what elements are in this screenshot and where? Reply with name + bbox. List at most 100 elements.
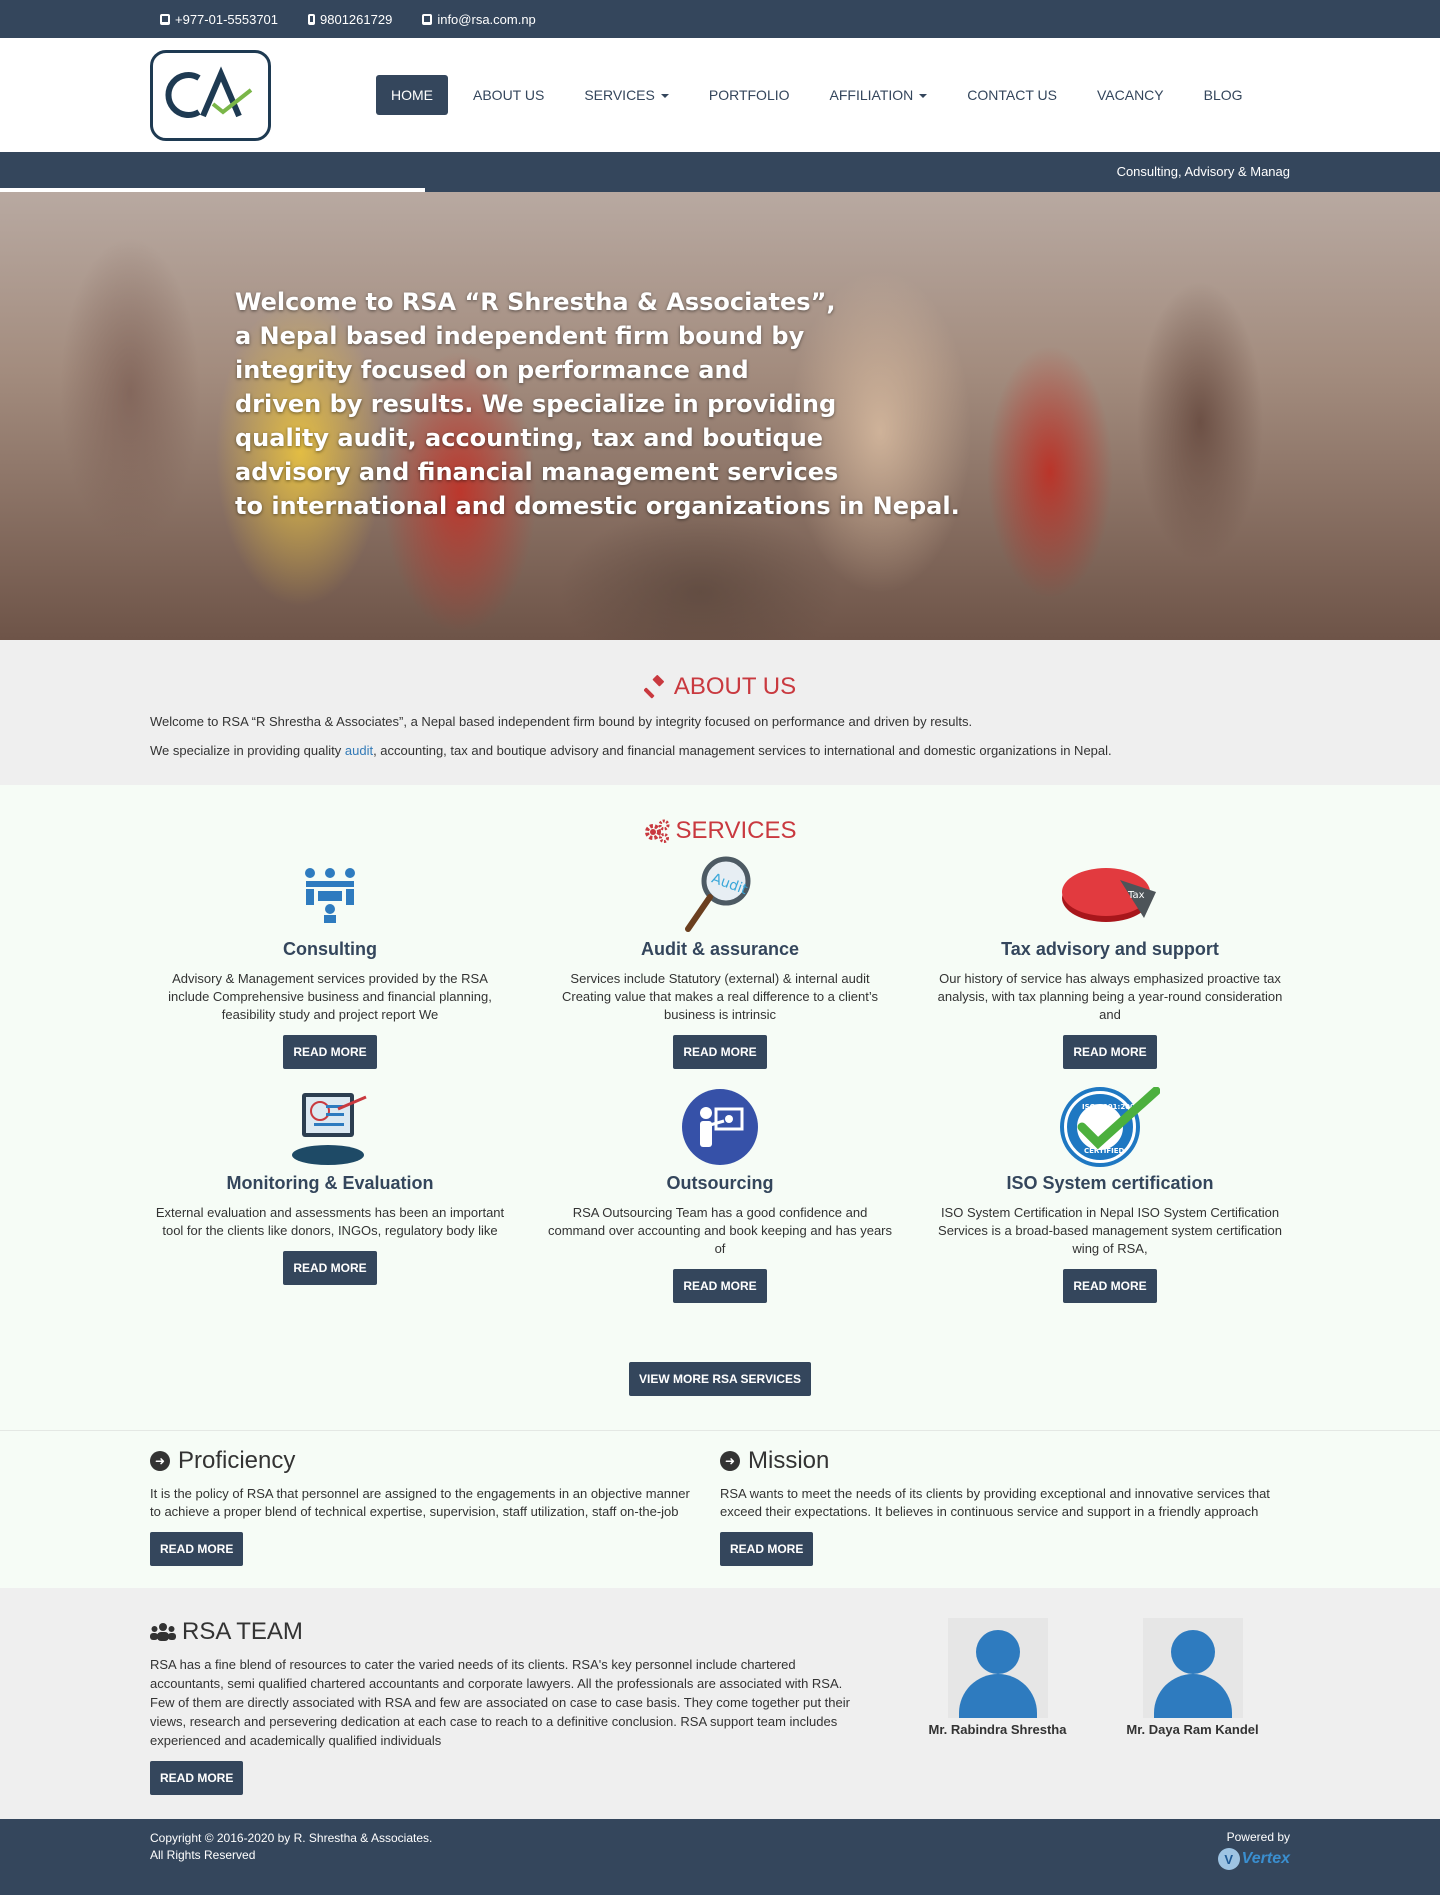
services-section: SERVICES Consulting Advisory & Managemen…: [0, 785, 1440, 1430]
service-title: Tax advisory and support: [1001, 939, 1219, 959]
hero-line: to international and domestic organizati…: [235, 492, 960, 520]
vertex-brand: Vertex: [1241, 1850, 1290, 1867]
top-contact-bar: +977-01-5553701 9801261729 info@rsa.com.…: [0, 0, 1440, 38]
vertex-logo[interactable]: V Vertex: [1217, 1848, 1290, 1870]
read-more-button[interactable]: READ MORE: [1063, 1269, 1157, 1303]
proficiency-title-text: Proficiency: [178, 1447, 296, 1474]
team-members: Mr. Rabindra Shrestha Mr. Daya Ram Kande…: [900, 1618, 1290, 1795]
phone-contact[interactable]: +977-01-5553701: [160, 12, 278, 27]
nav-vacancy[interactable]: VACANCY: [1082, 75, 1179, 115]
service-text: External evaluation and assessments has …: [155, 1205, 505, 1238]
proficiency-mission-section: ➜ Proficiency It is the policy of RSA tha…: [0, 1430, 1440, 1588]
services-title-text: SERVICES: [675, 817, 797, 844]
service-title: ISO System certification: [1006, 1173, 1214, 1193]
about-p2-text-after: , accounting, tax and boutique advisory …: [373, 743, 1112, 758]
services-grid: Consulting Advisory & Management service…: [150, 853, 1290, 1069]
envelope-icon: [422, 13, 433, 25]
team-member[interactable]: Mr. Rabindra Shrestha: [900, 1618, 1095, 1795]
magnifier-audit-icon: Audit: [545, 853, 895, 933]
iso-badge-icon: ISO 9001:2008 CERTIFIED: [935, 1087, 1285, 1167]
news-ticker: Consulting, Advisory & Manag: [0, 152, 1440, 192]
arrow-circle-right-icon: ➜: [720, 1451, 740, 1471]
nav-blog-label: BLOG: [1203, 87, 1243, 103]
avatar: [947, 1618, 1048, 1718]
team-title-text: RSA TEAM: [182, 1618, 303, 1645]
team-member[interactable]: Mr. Daya Ram Kandel: [1095, 1618, 1290, 1795]
nav-services[interactable]: SERVICES: [569, 75, 684, 115]
mission-title-text: Mission: [748, 1447, 830, 1474]
hero-line: integrity focused on performance and: [235, 356, 749, 384]
avatar-body: [958, 1674, 1037, 1718]
footer-copyright: Copyright © 2016-2020 by R. Shrestha & A…: [150, 1830, 432, 1870]
audit-link[interactable]: audit: [345, 743, 373, 758]
site-header: HOME ABOUT US SERVICES PORTFOLIO AFFILIA…: [0, 38, 1440, 152]
nav-portfolio[interactable]: PORTFOLIO: [694, 75, 805, 115]
mobile-icon: [308, 13, 316, 25]
nav-affiliation[interactable]: AFFILIATION: [815, 75, 943, 115]
read-more-button[interactable]: READ MORE: [673, 1269, 767, 1303]
service-card: Monitoring & Evaluation External evaluat…: [150, 1087, 510, 1303]
about-section: ABOUT US Welcome to RSA “R Shrestha & As…: [0, 640, 1440, 785]
avatar-body: [1153, 1674, 1232, 1718]
proficiency-block: ➜ Proficiency It is the policy of RSA tha…: [150, 1447, 720, 1566]
read-more-button[interactable]: READ MORE: [1063, 1035, 1157, 1069]
powered-by-text: Powered by: [1226, 1830, 1290, 1844]
read-more-button[interactable]: READ MORE: [283, 1251, 377, 1285]
arrow-circle-right-icon: ➜: [150, 1451, 170, 1471]
main-nav: HOME ABOUT US SERVICES PORTFOLIO AFFILIA…: [376, 75, 1268, 115]
tax-label: Tax: [1127, 890, 1145, 901]
monitor-icon: [155, 1087, 505, 1167]
mobile-contact[interactable]: 9801261729: [308, 12, 392, 27]
nav-affiliation-label: AFFILIATION: [829, 87, 914, 103]
service-text: Services include Statutory (external) & …: [561, 971, 879, 1022]
nav-services-label: SERVICES: [584, 87, 655, 103]
proficiency-read-more-button[interactable]: READ MORE: [150, 1532, 244, 1566]
ca-logo-icon: [165, 66, 252, 118]
mission-block: ➜ Mission RSA wants to meet the needs of …: [720, 1447, 1290, 1566]
iso-badge-subtext: CERTIFIED: [1084, 1147, 1125, 1155]
read-more-button[interactable]: READ MORE: [283, 1035, 377, 1069]
team-section: RSA TEAM RSA has a fine blend of resourc…: [0, 1588, 1440, 1819]
nav-contact-us[interactable]: CONTACT US: [952, 75, 1072, 115]
read-more-button[interactable]: READ MORE: [673, 1035, 767, 1069]
ticker-text: Consulting, Advisory & Manag: [1116, 164, 1290, 179]
team-intro: RSA TEAM RSA has a fine blend of resourc…: [150, 1618, 850, 1795]
services-title: SERVICES: [150, 817, 1290, 845]
mission-read-more-button[interactable]: READ MORE: [720, 1532, 814, 1566]
cogs-icon: [644, 819, 670, 843]
service-text: ISO System Certification in Nepal ISO Sy…: [938, 1205, 1282, 1256]
service-title: Consulting: [283, 939, 377, 959]
about-p2-text: We specialize in providing quality: [150, 743, 345, 758]
hero-line: advisory and financial management servic…: [235, 458, 839, 486]
team-read-more-button[interactable]: READ MORE: [150, 1761, 244, 1795]
member-name: Mr. Daya Ram Kandel: [1126, 1722, 1259, 1737]
nav-blog[interactable]: BLOG: [1189, 75, 1258, 115]
mission-text: RSA wants to meet the needs of its clien…: [720, 1486, 1270, 1519]
about-title-text: ABOUT US: [673, 673, 797, 700]
member-name: Mr. Rabindra Shrestha: [928, 1722, 1067, 1737]
nav-home[interactable]: HOME: [376, 75, 448, 115]
service-text: Advisory & Management services provided …: [168, 971, 492, 1022]
nav-vacancy-label: VACANCY: [1096, 87, 1164, 103]
about-title: ABOUT US: [150, 673, 1290, 701]
nav-home-label: HOME: [391, 87, 433, 103]
view-more-wrap: VIEW MORE RSA SERVICES: [150, 1351, 1290, 1396]
hero-line: a Nepal based independent firm bound by: [235, 322, 805, 350]
phone-number: +977-01-5553701: [175, 11, 279, 27]
service-card: Consulting Advisory & Management service…: [150, 853, 510, 1069]
hero-line: quality audit, accounting, tax and bouti…: [235, 424, 824, 452]
view-more-services-button[interactable]: VIEW MORE RSA SERVICES: [628, 1362, 812, 1396]
email-address: info@rsa.com.np: [437, 11, 536, 27]
ca-logo[interactable]: [150, 49, 271, 141]
meeting-icon: [155, 853, 505, 933]
service-text: RSA Outsourcing Team has a good confiden…: [548, 1205, 892, 1256]
hero-line: Welcome to RSA “R Shrestha & Associates”…: [235, 288, 836, 316]
rights-text: All Rights Reserved: [150, 1848, 256, 1862]
nav-about-us[interactable]: ABOUT US: [458, 75, 559, 115]
proficiency-title: ➜ Proficiency: [150, 1447, 700, 1475]
service-card: ISO 9001:2008 CERTIFIED ISO System certi…: [930, 1087, 1290, 1303]
powered-by: Powered by V Vertex: [1217, 1830, 1290, 1870]
about-paragraph-1: Welcome to RSA “R Shrestha & Associates”…: [150, 714, 973, 729]
email-contact[interactable]: info@rsa.com.np: [422, 11, 536, 27]
service-card: Outsourcing RSA Outsourcing Team has a g…: [540, 1087, 900, 1303]
